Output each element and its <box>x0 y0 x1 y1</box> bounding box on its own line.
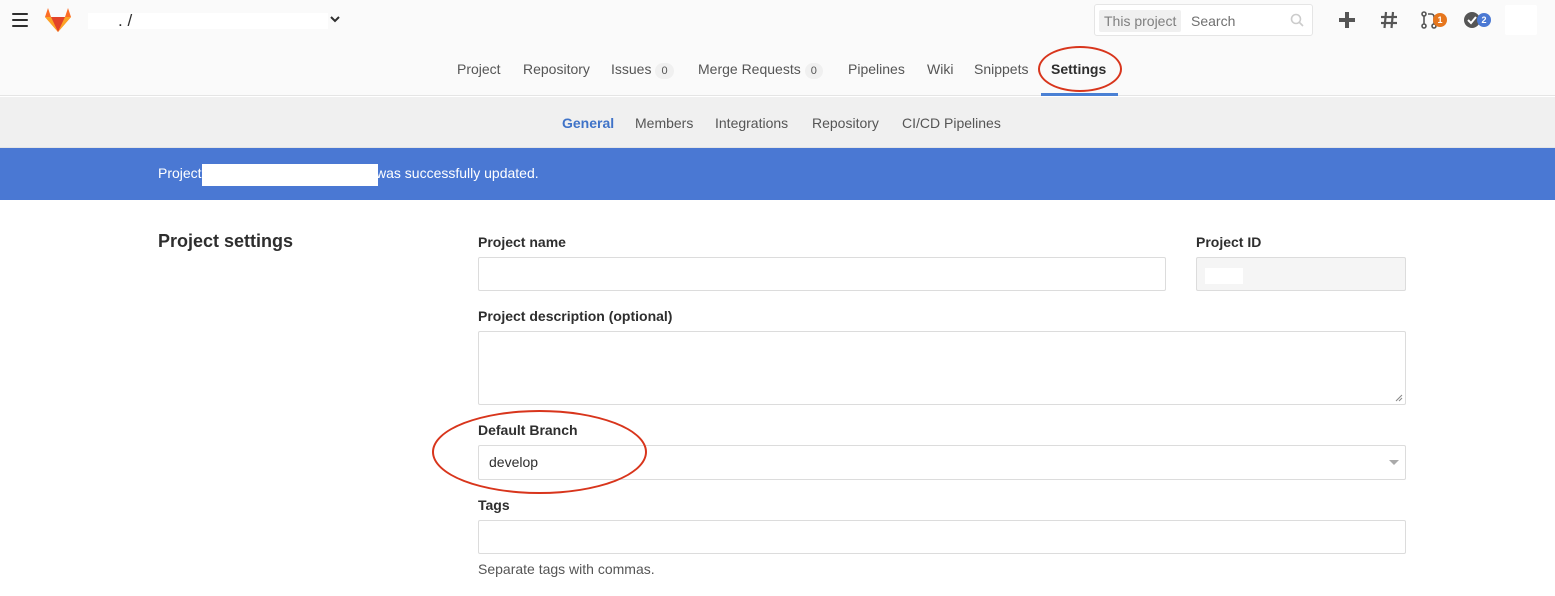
subtab-integrations[interactable]: Integrations <box>715 114 788 132</box>
menu-icon[interactable] <box>12 13 28 29</box>
project-name-label: Project name <box>478 234 566 250</box>
resize-handle-icon[interactable] <box>1395 394 1403 402</box>
tags-help-text: Separate tags with commas. <box>478 561 655 577</box>
project-description-textarea[interactable] <box>478 331 1406 405</box>
project-description-label: Project description (optional) <box>478 308 673 324</box>
avatar[interactable] <box>1505 5 1537 35</box>
active-tab-indicator <box>1041 93 1118 96</box>
flash-suffix: was successfully updated. <box>376 165 539 181</box>
flash-notice: Project was successfully updated. <box>0 148 1555 200</box>
todos-nav[interactable]: 2 <box>1463 8 1493 32</box>
merge-requests-count-badge: 0 <box>804 63 823 79</box>
tab-issues-label: Issues <box>611 61 652 77</box>
tab-snippets[interactable]: Snippets <box>974 60 1028 78</box>
redacted-project-id <box>1205 268 1243 284</box>
tab-issues[interactable]: Issues 0 <box>611 60 674 79</box>
tab-settings[interactable]: Settings <box>1051 60 1106 78</box>
breadcrumb-separator: . / <box>118 11 133 30</box>
merge-requests-badge: 1 <box>1433 13 1447 27</box>
tab-wiki[interactable]: Wiki <box>927 60 953 78</box>
gitlab-logo-icon[interactable] <box>44 7 72 33</box>
tab-pipelines[interactable]: Pipelines <box>848 60 905 78</box>
redacted-project-name <box>202 164 378 186</box>
tags-input[interactable] <box>478 520 1406 554</box>
dropdown-caret-icon <box>1389 460 1399 465</box>
search-input[interactable]: Search <box>1191 10 1235 32</box>
issues-count-badge: 0 <box>655 63 674 79</box>
project-name-input[interactable] <box>478 257 1166 291</box>
plus-icon[interactable] <box>1336 8 1358 32</box>
tab-repository[interactable]: Repository <box>523 60 590 78</box>
search-icon <box>1290 13 1304 27</box>
flash-prefix: Project <box>158 165 202 181</box>
project-nav: Project Repository Issues 0 Merge Request… <box>0 50 1555 96</box>
subtab-repository[interactable]: Repository <box>812 114 879 132</box>
default-branch-label: Default Branch <box>478 422 578 438</box>
settings-sub-nav: General Members Integrations Repository … <box>0 97 1555 148</box>
project-id-label: Project ID <box>1196 234 1262 250</box>
project-id-field <box>1196 257 1406 291</box>
page-title: Project settings <box>158 231 294 251</box>
breadcrumb[interactable]: . / <box>82 11 342 31</box>
todos-badge: 2 <box>1477 13 1491 27</box>
search-scope-badge[interactable]: This project <box>1099 10 1182 32</box>
tab-merge-requests-label: Merge Requests <box>698 61 801 77</box>
tab-merge-requests[interactable]: Merge Requests 0 <box>698 60 823 79</box>
subtab-members[interactable]: Members <box>635 114 693 132</box>
tags-label: Tags <box>478 497 510 513</box>
subtab-general[interactable]: General <box>562 114 614 132</box>
merge-requests-nav[interactable]: 1 <box>1421 8 1449 32</box>
default-branch-value: develop <box>489 454 539 470</box>
search-box[interactable]: This project Search <box>1094 4 1313 36</box>
default-branch-select[interactable]: develop <box>478 445 1406 480</box>
subtab-ci-cd-pipelines[interactable]: CI/CD Pipelines <box>902 114 1001 132</box>
tab-project[interactable]: Project <box>457 60 501 78</box>
chevron-down-icon[interactable] <box>330 14 340 24</box>
hash-icon[interactable] <box>1378 8 1400 32</box>
